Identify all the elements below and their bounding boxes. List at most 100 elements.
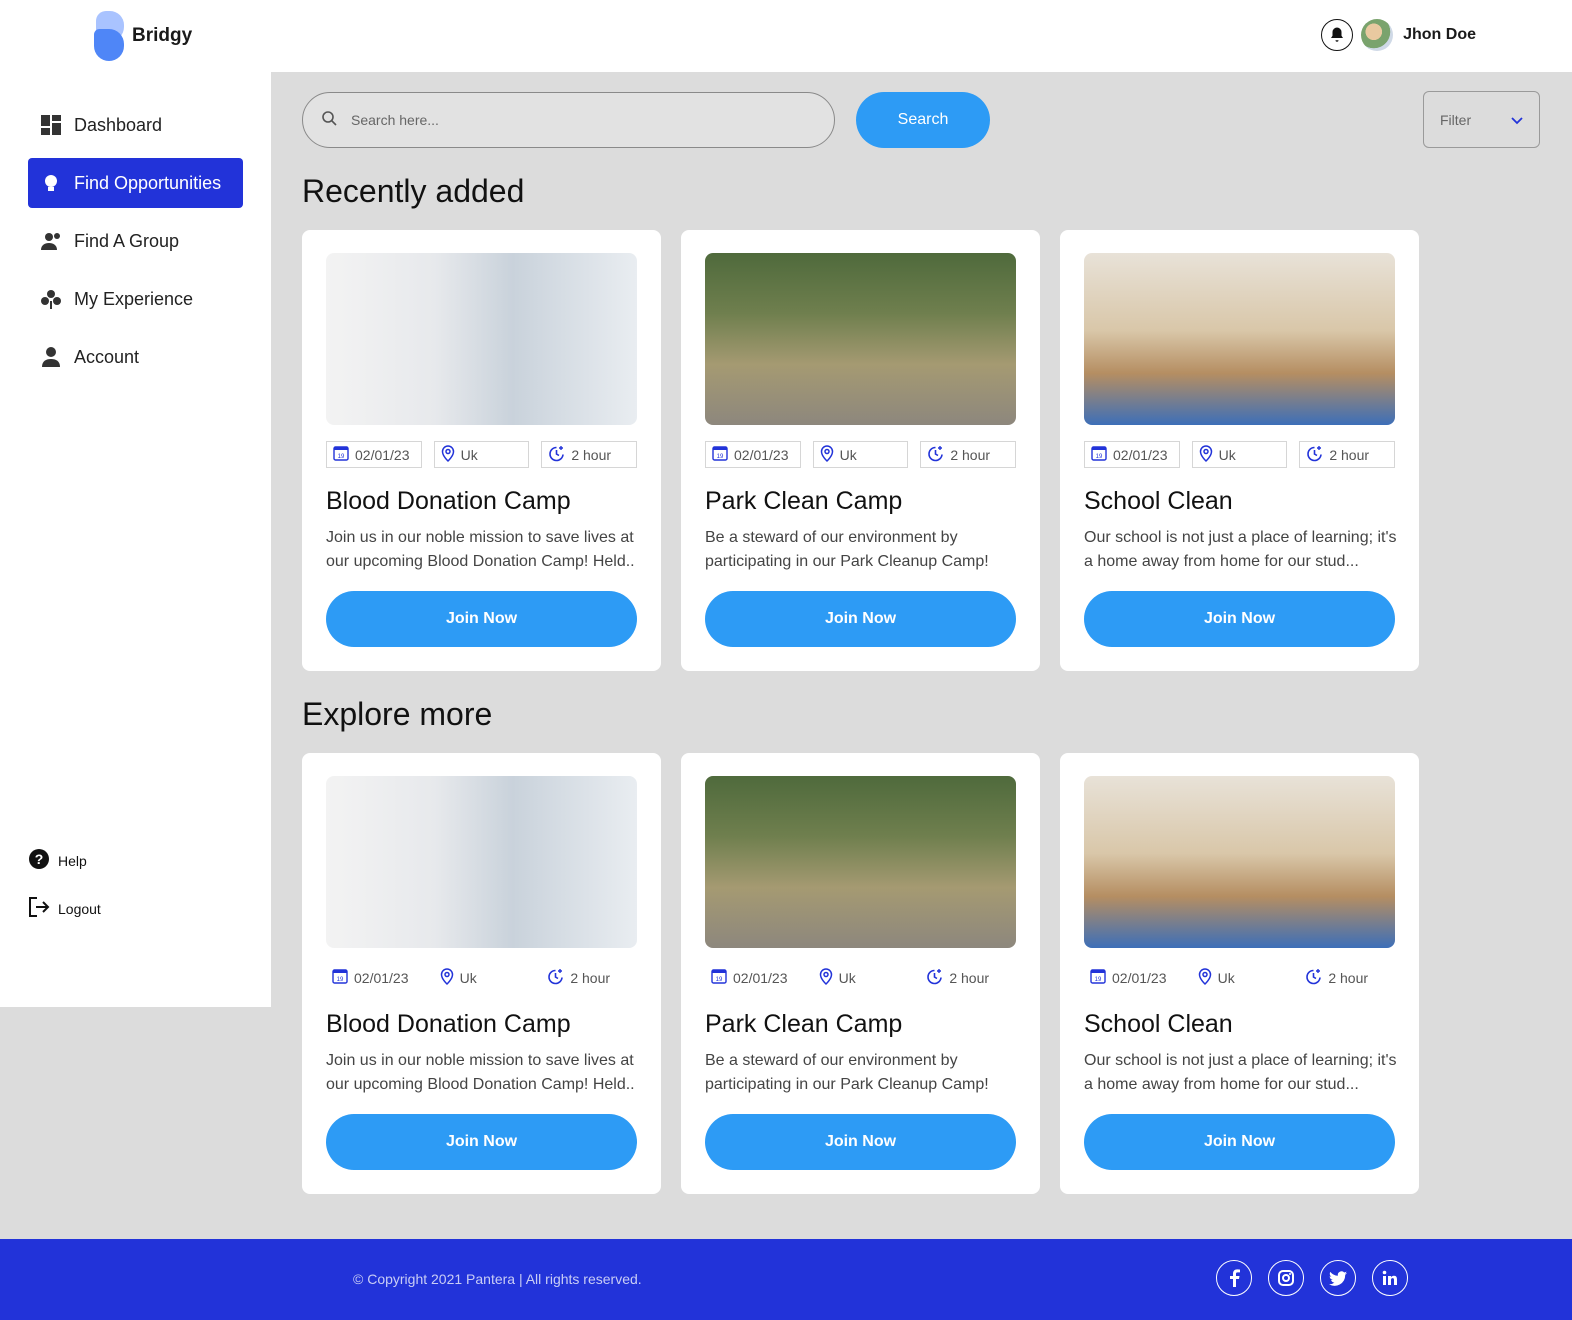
card-meta: 19 02/01/23 Uk 2 hour <box>1084 441 1396 468</box>
card-title: School Clean <box>1084 1010 1233 1038</box>
sidebar-item-label: My Experience <box>74 288 194 309</box>
linkedin-icon[interactable] <box>1372 1260 1408 1296</box>
logout-icon <box>28 896 50 921</box>
section-title-explore: Explore more <box>302 696 493 732</box>
join-now-button[interactable]: Join Now <box>1084 591 1395 647</box>
sidebar-item-find-a-group[interactable]: Find A Group <box>28 216 243 266</box>
card-title: Blood Donation Camp <box>326 1010 571 1038</box>
sidebar-item-find-opportunities[interactable]: Find Opportunities <box>28 158 243 208</box>
join-now-button[interactable]: Join Now <box>705 591 1016 647</box>
sidebar-item-label: Find A Group <box>74 230 180 251</box>
clock-icon <box>927 445 944 465</box>
location-item: Uk <box>812 441 909 468</box>
search-input[interactable] <box>351 112 791 128</box>
location-text: Uk <box>839 446 857 463</box>
card-title: School Clean <box>1084 487 1233 515</box>
card-description: Be a steward of our environment by parti… <box>705 529 989 570</box>
date-text: 02/01/23 <box>733 969 788 986</box>
lightbulb-icon <box>40 172 62 194</box>
date-text: 02/01/23 <box>354 969 409 986</box>
group-icon <box>40 230 62 252</box>
section-title-recent: Recently added <box>302 173 525 209</box>
card-blood-donation[interactable]: 19 02/01/23 Uk 2 hour Blood Donation Camp Joi… <box>302 230 661 671</box>
bell-icon[interactable] <box>1321 19 1354 51</box>
duration-text: 2 hour <box>1328 969 1369 986</box>
date-item: 19 02/01/23 <box>326 441 422 468</box>
date-text: 02/01/23 <box>1112 969 1167 986</box>
location-pin-icon <box>440 967 454 988</box>
date-text: 02/01/23 <box>1113 446 1168 463</box>
sidebar: Dashboard Find Opportunities Find A Grou… <box>0 72 271 1007</box>
card-description: Our school is not just a place of learni… <box>1084 529 1397 570</box>
card-school-clean[interactable]: 19 02/01/23 Uk 2 hour School Clean Our school… <box>1060 230 1419 671</box>
card-description: Join us in our noble mission to save liv… <box>326 1052 635 1093</box>
card-meta: 19 02/01/23 Uk 2 hour <box>326 441 638 468</box>
card-school-clean[interactable]: 19 02/01/23 Uk 2 hour School Clean Our school… <box>1060 753 1419 1194</box>
facebook-icon[interactable] <box>1216 1260 1252 1296</box>
location-item: Uk <box>1192 964 1288 991</box>
card-description: Join us in our noble mission to save liv… <box>326 529 635 570</box>
card-blood-donation[interactable]: 19 02/01/23 Uk 2 hour Blood Donation Camp Joi… <box>302 753 661 1194</box>
clock-icon <box>1306 445 1323 465</box>
footer: © Copyright 2021 Pantera | All rights re… <box>0 1239 1572 1320</box>
svg-text:19: 19 <box>1095 977 1102 983</box>
instagram-icon[interactable] <box>1268 1260 1304 1296</box>
join-now-button[interactable]: Join Now <box>326 591 637 647</box>
location-pin-icon <box>1198 967 1212 988</box>
twitter-icon[interactable] <box>1320 1260 1356 1296</box>
duration-item: 2 hour <box>541 964 637 991</box>
card-meta: 19 02/01/23 Uk 2 hour <box>705 964 1016 991</box>
location-item: Uk <box>434 964 530 991</box>
date-text: 02/01/23 <box>355 446 410 463</box>
sidebar-item-account[interactable]: Account <box>28 332 243 382</box>
sidebar-item-dashboard[interactable]: Dashboard <box>28 100 243 150</box>
card-park-clean[interactable]: 19 02/01/23 Uk 2 hour Park Clean Camp Be a st… <box>681 753 1040 1194</box>
brand-logo[interactable]: Bridgy <box>94 11 192 61</box>
card-title: Park Clean Camp <box>705 1010 903 1038</box>
blood-donation-image <box>326 253 637 425</box>
card-title: Park Clean Camp <box>705 487 903 515</box>
help-icon: ? <box>28 848 50 873</box>
search-icon <box>321 110 337 131</box>
date-item: 19 02/01/23 <box>705 964 801 991</box>
calendar-icon: 19 <box>712 445 728 464</box>
join-now-button[interactable]: Join Now <box>1084 1114 1395 1170</box>
join-now-button[interactable]: Join Now <box>705 1114 1016 1170</box>
location-text: Uk <box>1217 969 1235 986</box>
filter-dropdown[interactable]: Filter <box>1423 91 1540 148</box>
filter-label: Filter <box>1440 111 1472 128</box>
duration-text: 2 hour <box>571 446 612 463</box>
join-now-button[interactable]: Join Now <box>326 1114 637 1170</box>
sidebar-item-label: Find Opportunities <box>74 172 222 193</box>
park-clean-image <box>705 253 1016 425</box>
svg-text:19: 19 <box>716 977 723 983</box>
avatar[interactable] <box>1361 19 1394 51</box>
duration-item: 2 hour <box>1299 441 1396 468</box>
card-title: Blood Donation Camp <box>326 487 571 515</box>
clock-icon <box>926 968 943 988</box>
date-text: 02/01/23 <box>734 446 789 463</box>
calendar-icon: 19 <box>711 968 727 987</box>
card-description: Be a steward of our environment by parti… <box>705 1052 989 1093</box>
clock-icon <box>1305 968 1322 988</box>
user-name[interactable]: Jhon Doe <box>1403 26 1476 44</box>
card-park-clean[interactable]: 19 02/01/23 Uk 2 hour Park Clean Camp Be a st… <box>681 230 1040 671</box>
sidebar-item-my-experience[interactable]: My Experience <box>28 274 243 324</box>
svg-text:?: ? <box>35 851 44 867</box>
duration-text: 2 hour <box>1329 446 1370 463</box>
help-link[interactable]: ? Help <box>28 848 87 873</box>
location-text: Uk <box>838 969 856 986</box>
duration-item: 2 hour <box>920 964 1016 991</box>
search-button[interactable]: Search <box>856 92 990 148</box>
logout-link[interactable]: Logout <box>28 896 101 921</box>
calendar-icon: 19 <box>1090 968 1106 987</box>
dashboard-icon <box>40 114 62 136</box>
calendar-icon: 19 <box>1091 445 1107 464</box>
date-item: 19 02/01/23 <box>1084 964 1180 991</box>
search-bar[interactable] <box>302 92 835 148</box>
date-item: 19 02/01/23 <box>705 441 801 468</box>
duration-text: 2 hour <box>949 969 990 986</box>
experience-icon <box>40 288 62 310</box>
location-text: Uk <box>1218 446 1236 463</box>
top-bar: Bridgy Jhon Doe <box>0 0 1572 72</box>
